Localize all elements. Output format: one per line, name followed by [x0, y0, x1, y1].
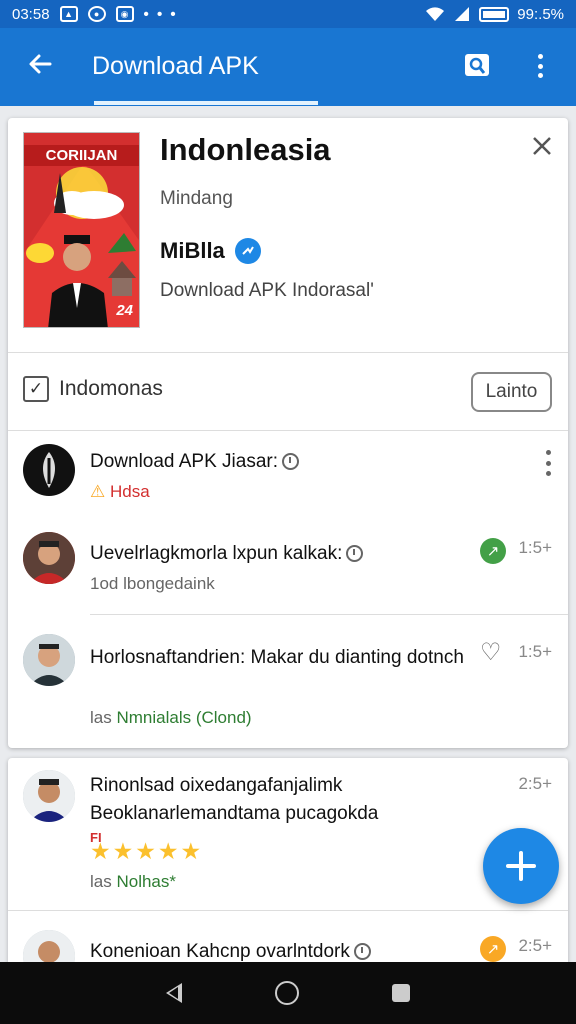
app-description: Download APK Indorasal'	[160, 280, 374, 301]
system-nav-bar	[0, 962, 576, 1024]
list-item[interactable]: Horlosnaftandrien: Makar du dianting dot…	[8, 632, 568, 732]
close-icon	[533, 137, 551, 155]
list-item[interactable]: Uevelrlagkmorla lxpun kalkak: 1od lbonge…	[8, 530, 568, 614]
image-notification-icon: ▲	[59, 6, 78, 22]
verified-icon	[234, 238, 261, 264]
more-options-button[interactable]	[528, 50, 552, 82]
app-name: Indonleasia	[160, 132, 331, 167]
app-cover-image[interactable]: CORIIJAN 24	[23, 132, 140, 328]
app-detail-card: CORIIJAN 24 Indonleasia Mindang MiBlla D…	[8, 118, 568, 748]
battery-text: 99:.5%	[517, 5, 564, 23]
add-fab-button[interactable]	[483, 828, 559, 904]
item-subtitle: las Nmnialals (Clond)	[90, 708, 252, 727]
clock-icon	[346, 545, 364, 563]
item-subtitle: ⚠ Hdsa	[90, 482, 150, 501]
battery-icon	[479, 6, 510, 22]
item-title: Horlosnaftandrien: Makar du dianting dot…	[90, 647, 464, 668]
avatar	[23, 770, 75, 822]
app-bar: Download APK	[0, 28, 576, 106]
add-icon	[506, 851, 536, 881]
launch-button[interactable]: Lainto	[471, 372, 552, 412]
close-button[interactable]	[528, 134, 556, 162]
search-button[interactable]	[462, 50, 494, 82]
more-notifications-icon: • • •	[143, 5, 178, 23]
item-subtitle: 1od lbongedaink	[90, 574, 215, 593]
warning-icon: ⚠	[90, 482, 106, 501]
checkbox[interactable]: ✓	[23, 376, 49, 402]
item-time: 2:5+	[518, 774, 552, 793]
avatar	[23, 634, 75, 686]
item-subtitle: las Nolhas*	[90, 872, 177, 891]
clock-icon	[353, 943, 371, 961]
status-time: 03:58	[12, 5, 50, 23]
item-title: Download APK Jiasar:	[90, 448, 299, 476]
divider	[8, 910, 568, 911]
page-title: Download APK	[92, 52, 259, 80]
publisher-name: MiBlla	[160, 238, 225, 263]
app-notification-icon: ◉	[115, 6, 134, 22]
item-title: Uevelrlagkmorla lxpun kalkak:	[90, 540, 364, 568]
signal-icon	[455, 7, 470, 21]
cover-title: CORIIJAN	[24, 145, 139, 166]
status-badge: ↗	[480, 936, 506, 962]
app-publisher: MiBlla	[160, 238, 261, 264]
back-arrow-icon	[29, 54, 52, 74]
heart-icon[interactable]: ♡	[480, 638, 502, 667]
divider	[90, 614, 568, 615]
divider	[8, 430, 568, 431]
option-checkbox-row[interactable]: ✓ Indomonas	[23, 376, 163, 402]
tab-indicator	[94, 101, 318, 105]
nav-recents-button[interactable]	[391, 984, 410, 1002]
item-time: 1:5+	[518, 538, 552, 557]
app-developer: Mindang	[160, 188, 233, 209]
avatar	[23, 444, 75, 496]
back-button[interactable]	[22, 46, 58, 82]
checkbox-label: Indomonas	[59, 377, 163, 400]
status-bar: 03:58 ▲ ● ◉ • • • 99:.5%	[0, 0, 576, 28]
status-badge: ↗	[480, 538, 506, 564]
rating-stars: ★★★★★	[90, 838, 204, 864]
chat-notification-icon: ●	[87, 6, 106, 22]
list-item[interactable]: Rinonlsad oixedangafanjalimk Beoklanarle…	[8, 768, 568, 908]
clock-icon	[282, 453, 299, 471]
item-time: 2:5+	[518, 936, 552, 955]
wifi-icon	[426, 7, 445, 21]
avatar	[23, 532, 75, 584]
nav-home-button[interactable]	[274, 981, 299, 1005]
item-title: Rinonlsad oixedangafanjalimk Beoklanarle…	[90, 775, 379, 824]
item-more-button[interactable]	[544, 450, 552, 476]
divider	[8, 352, 568, 353]
list-item[interactable]: Download APK Jiasar: ⚠ Hdsa	[8, 444, 568, 524]
cover-number: 24	[116, 302, 133, 319]
search-icon	[465, 54, 489, 76]
more-vert-icon	[537, 54, 543, 59]
item-time: 1:5+	[518, 642, 552, 661]
nav-back-button[interactable]	[166, 983, 183, 1003]
